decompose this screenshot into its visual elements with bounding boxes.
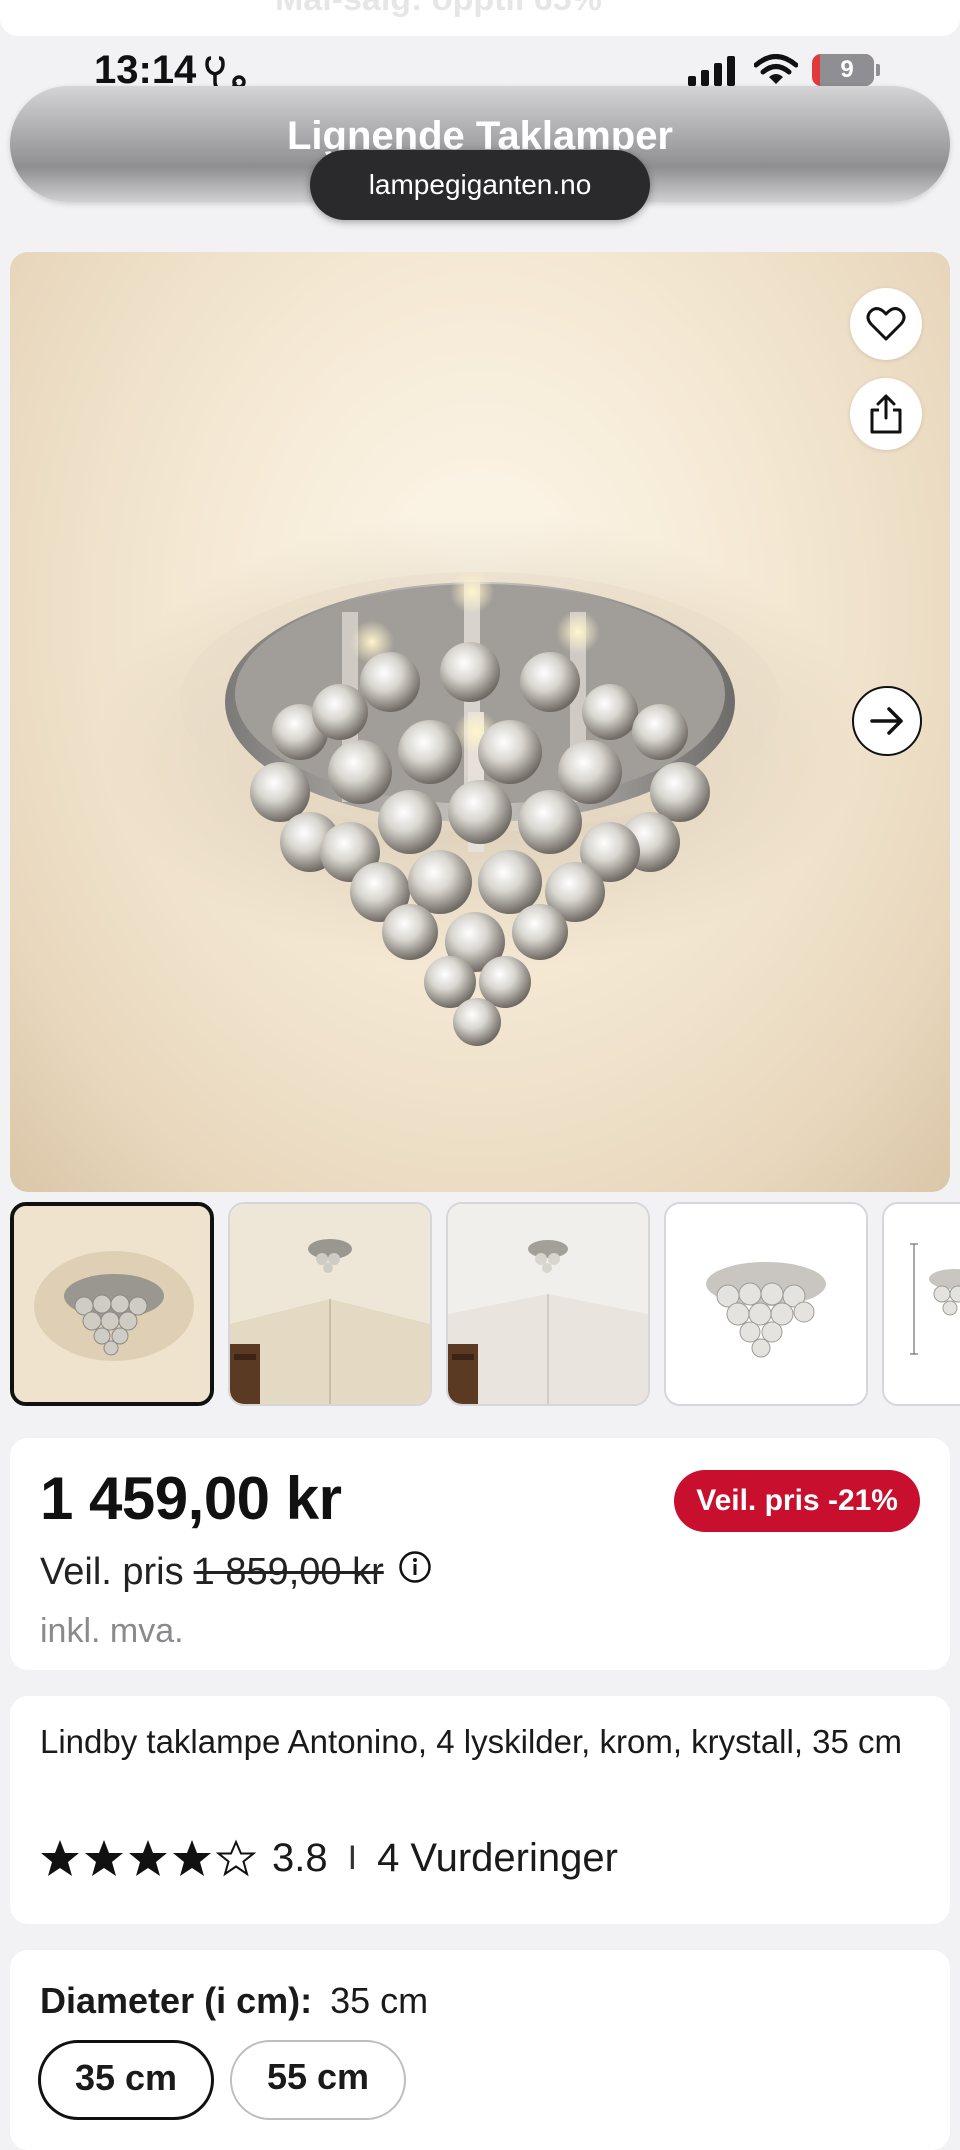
variant-option-55[interactable]: 55 cm [230,2040,406,2120]
battery-level: 9 [840,56,854,83]
rating-stars [40,1839,256,1877]
product-title: Lindby taklampe Antonino, 4 lyskilder, k… [40,1723,903,1760]
reviews-link[interactable]: 4 Vurderinger [377,1836,618,1881]
variant-selected-value: 35 cm [330,1980,429,2021]
star-filled-icon [41,1840,79,1876]
variant-label: Diameter (i cm): [40,1980,313,2021]
variant-card: Diameter (i cm): 35 cm 35 cm 55 cm [10,1950,950,2150]
thumbnail-4[interactable] [664,1202,868,1406]
favorite-button[interactable] [850,288,922,360]
info-icon[interactable] [398,1550,432,1594]
share-button[interactable] [850,378,922,450]
thumbnail-5[interactable] [882,1202,960,1406]
url-pill[interactable]: lampegiganten.no [310,150,650,220]
heart-icon [866,307,906,341]
vat-note: inkl. mva. [40,1612,184,1650]
arrow-right-icon [870,707,903,735]
star-filled-icon [129,1840,167,1876]
star-filled-icon [173,1840,211,1876]
price-card: 1 459,00 kr Veil. pris 1 859,00 kr inkl.… [10,1438,950,1670]
variant-option-35[interactable]: 35 cm [38,2040,214,2120]
rating-row[interactable]: 3.8 I 4 Vurderinger [40,1830,618,1886]
share-icon [870,394,902,434]
thumbnail-strip[interactable] [10,1202,960,1408]
thumbnail-3[interactable] [446,1202,650,1406]
product-hero-image[interactable] [10,252,950,1192]
recommended-price-label: Veil. pris [40,1550,184,1593]
battery-icon: 9 [812,54,874,86]
thumbnail-2[interactable] [228,1202,432,1406]
rating-separator: I [347,1838,358,1877]
discount-badge: Veil. pris -21% [674,1470,920,1532]
chandelier-illustration [100,512,860,1046]
thumbnail-1[interactable] [10,1202,214,1406]
current-price: 1 459,00 kr [40,1465,342,1532]
variant-label-row: Diameter (i cm): 35 cm [40,1980,428,2022]
battery-nub [876,64,880,76]
product-info-card: Lindby taklampe Antonino, 4 lyskilder, k… [10,1696,950,1924]
recommended-price-value: 1 859,00 kr [193,1550,384,1593]
next-image-button[interactable] [852,686,922,756]
rating-value: 3.8 [272,1835,328,1880]
star-empty-icon [216,1839,256,1877]
star-filled-icon [85,1840,123,1876]
recommended-price-row: Veil. pris 1 859,00 kr [40,1550,432,1594]
promo-banner-text: Mål-salg: opptil 65% [275,0,602,19]
promo-banner[interactable]: Mål-salg: opptil 65% [0,0,960,36]
